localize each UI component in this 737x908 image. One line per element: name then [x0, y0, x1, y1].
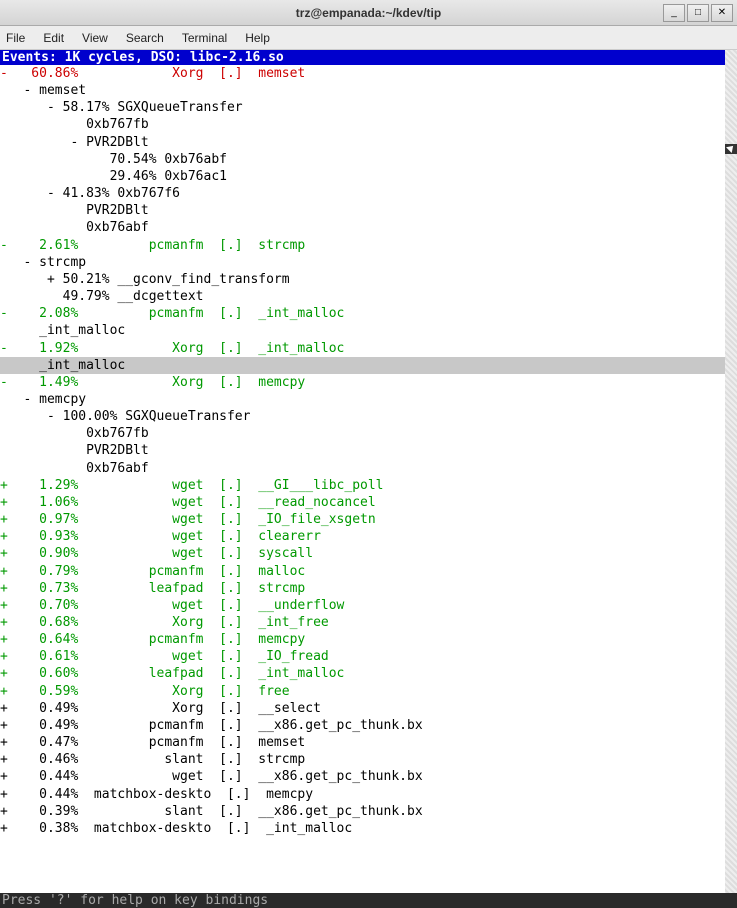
perf-row[interactable]: 0xb767fb [0, 425, 737, 442]
perf-row[interactable]: - 1.92% Xorg [.] _int_malloc [0, 340, 737, 357]
perf-row[interactable]: 0xb767fb [0, 116, 737, 133]
perf-row[interactable]: + 0.60% leafpad [.] _int_malloc [0, 665, 737, 682]
footer-help: Press '?' for help on key bindings [0, 893, 737, 908]
perf-row[interactable]: + 1.29% wget [.] __GI___libc_poll [0, 477, 737, 494]
perf-row[interactable]: - 100.00% SGXQueueTransfer [0, 408, 737, 425]
terminal-area[interactable]: Events: 1K cycles, DSO: libc-2.16.so - 6… [0, 50, 737, 908]
perf-row[interactable]: + 0.97% wget [.] _IO_file_xsgetn [0, 511, 737, 528]
perf-row[interactable]: + 50.21% __gconv_find_transform [0, 271, 737, 288]
perf-row[interactable]: + 0.61% wget [.] _IO_fread [0, 648, 737, 665]
perf-row[interactable]: - memset [0, 82, 737, 99]
perf-row[interactable]: PVR2DBlt [0, 442, 737, 459]
menu-edit[interactable]: Edit [43, 31, 64, 45]
perf-row[interactable]: + 0.79% pcmanfm [.] malloc [0, 563, 737, 580]
menu-search[interactable]: Search [126, 31, 164, 45]
perf-row[interactable]: + 0.70% wget [.] __underflow [0, 597, 737, 614]
scrollbar-track[interactable] [725, 50, 737, 908]
perf-row[interactable]: + 0.90% wget [.] syscall [0, 545, 737, 562]
perf-row[interactable]: _int_malloc [0, 322, 737, 339]
perf-row[interactable]: 49.79% __dcgettext [0, 288, 737, 305]
perf-row[interactable]: - 2.08% pcmanfm [.] _int_malloc [0, 305, 737, 322]
perf-row[interactable]: 29.46% 0xb76ac1 [0, 168, 737, 185]
perf-row[interactable]: + 0.44% wget [.] __x86.get_pc_thunk.bx [0, 768, 737, 785]
perf-row[interactable]: + 0.38% matchbox-deskto [.] _int_malloc [0, 820, 737, 837]
perf-row[interactable]: PVR2DBlt [0, 202, 737, 219]
perf-row[interactable]: - 1.49% Xorg [.] memcpy [0, 374, 737, 391]
perf-row[interactable]: + 0.46% slant [.] strcmp [0, 751, 737, 768]
perf-row[interactable]: 70.54% 0xb76abf [0, 151, 737, 168]
close-button[interactable]: ✕ [711, 4, 733, 22]
perf-row[interactable]: 0xb76abf [0, 219, 737, 236]
perf-row[interactable]: + 0.44% matchbox-deskto [.] memcpy [0, 786, 737, 803]
perf-row[interactable]: + 0.39% slant [.] __x86.get_pc_thunk.bx [0, 803, 737, 820]
perf-row[interactable]: - memcpy [0, 391, 737, 408]
perf-row[interactable]: + 0.93% wget [.] clearerr [0, 528, 737, 545]
perf-row[interactable]: + 0.64% pcmanfm [.] memcpy [0, 631, 737, 648]
perf-row[interactable]: - PVR2DBlt [0, 134, 737, 151]
perf-row[interactable]: + 1.06% wget [.] __read_nocancel [0, 494, 737, 511]
menu-view[interactable]: View [82, 31, 108, 45]
titlebar: trz@empanada:~/kdev/tip _ □ ✕ [0, 0, 737, 26]
window-buttons: _ □ ✕ [663, 4, 733, 22]
perf-row[interactable]: + 0.68% Xorg [.] _int_free [0, 614, 737, 631]
perf-row[interactable]: - 58.17% SGXQueueTransfer [0, 99, 737, 116]
perf-row[interactable]: + 0.49% Xorg [.] __select [0, 700, 737, 717]
perf-row[interactable]: 0xb76abf [0, 460, 737, 477]
perf-row[interactable]: - 60.86% Xorg [.] memset [0, 65, 737, 82]
menu-help[interactable]: Help [245, 31, 270, 45]
menu-terminal[interactable]: Terminal [182, 31, 227, 45]
window-title: trz@empanada:~/kdev/tip [296, 6, 441, 20]
menubar: File Edit View Search Terminal Help [0, 26, 737, 50]
maximize-button[interactable]: □ [687, 4, 709, 22]
perf-header: Events: 1K cycles, DSO: libc-2.16.so [0, 50, 737, 65]
perf-row[interactable]: + 0.59% Xorg [.] free [0, 683, 737, 700]
perf-row[interactable]: + 0.47% pcmanfm [.] memset [0, 734, 737, 751]
menu-file[interactable]: File [6, 31, 25, 45]
perf-row[interactable]: - 2.61% pcmanfm [.] strcmp [0, 237, 737, 254]
perf-report-content[interactable]: - 60.86% Xorg [.] memset - memset - 58.1… [0, 65, 737, 837]
perf-row[interactable]: - strcmp [0, 254, 737, 271]
scrollbar-thumb[interactable] [725, 144, 737, 154]
minimize-button[interactable]: _ [663, 4, 685, 22]
perf-row[interactable]: - 41.83% 0xb767f6 [0, 185, 737, 202]
perf-row[interactable]: + 0.49% pcmanfm [.] __x86.get_pc_thunk.b… [0, 717, 737, 734]
perf-row[interactable]: _int_malloc [0, 357, 737, 374]
perf-row[interactable]: + 0.73% leafpad [.] strcmp [0, 580, 737, 597]
